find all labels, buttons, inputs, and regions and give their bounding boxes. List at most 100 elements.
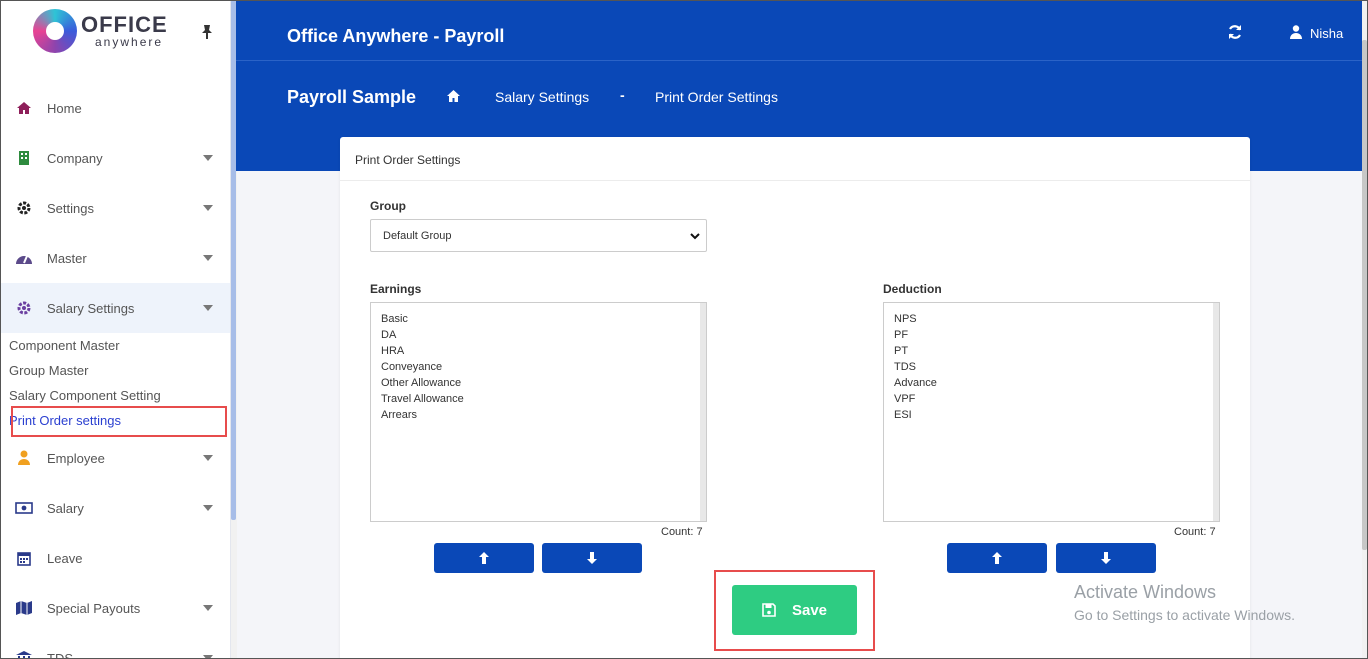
logo-text-sub: anywhere [95, 35, 164, 49]
card-title: Print Order Settings [355, 153, 461, 167]
sidebar-item-master[interactable]: Master [0, 233, 230, 283]
pin-icon[interactable] [200, 24, 214, 40]
gear-icon [15, 199, 33, 217]
bank-icon [15, 649, 33, 659]
home-icon[interactable] [446, 89, 461, 103]
page-scrollbar[interactable] [1362, 0, 1368, 659]
deduction-move-up-button[interactable] [947, 543, 1047, 573]
logo-text-main: OFFICE [81, 12, 168, 37]
earnings-move-down-button[interactable] [542, 543, 642, 573]
earnings-label: Earnings [370, 282, 422, 296]
logo: OFFICE anywhere [33, 9, 168, 53]
listbox-scrollbar[interactable] [1213, 303, 1219, 521]
group-select[interactable]: Default Group [370, 219, 707, 252]
list-item[interactable]: ESI [894, 407, 1209, 423]
chevron-down-icon [203, 605, 213, 611]
listbox-scrollbar[interactable] [700, 303, 706, 521]
sidebar-item-settings[interactable]: Settings [0, 183, 230, 233]
earnings-move-up-button[interactable] [434, 543, 534, 573]
list-item[interactable]: Travel Allowance [381, 391, 696, 407]
chevron-down-icon [203, 505, 213, 511]
arrow-up-icon [479, 552, 489, 564]
chevron-down-icon [203, 455, 213, 461]
sidebar-item-tds[interactable]: TDS [0, 633, 230, 659]
breadcrumb-separator: - [620, 87, 625, 103]
chevron-down-icon [203, 255, 213, 261]
deduction-listbox[interactable]: NPS PF PT TDS Advance VPF ESI [883, 302, 1220, 522]
list-item[interactable]: HRA [381, 343, 696, 359]
home-icon [15, 99, 33, 117]
sidebar-subitem-component-master[interactable]: Component Master [9, 338, 120, 353]
building-icon [15, 149, 33, 167]
sidebar-item-label: Home [47, 100, 82, 116]
earnings-listbox[interactable]: Basic DA HRA Conveyance Other Allowance … [370, 302, 707, 522]
user-name[interactable]: Nisha [1310, 26, 1343, 41]
sidebar-subitem-group-master[interactable]: Group Master [9, 363, 88, 378]
sidebar-item-label: TDS [47, 650, 73, 659]
sidebar-item-leave[interactable]: Leave [0, 533, 230, 583]
list-item[interactable]: VPF [894, 391, 1209, 407]
arrow-down-icon [587, 552, 597, 564]
list-item[interactable]: PT [894, 343, 1209, 359]
sidebar: OFFICE anywhere Home Company Settings Ma… [0, 0, 231, 659]
header-divider [236, 60, 1362, 61]
list-item[interactable]: Basic [381, 311, 696, 327]
sidebar-item-label: Salary [47, 500, 84, 516]
refresh-icon[interactable] [1227, 24, 1243, 40]
sidebar-item-label: Salary Settings [47, 300, 135, 316]
cog-icon [15, 299, 33, 317]
calendar-icon [15, 549, 33, 567]
group-label: Group [370, 199, 406, 213]
group-select-value: Default Group [383, 229, 452, 242]
list-item[interactable]: Other Allowance [381, 375, 696, 391]
sidebar-item-label: Company [47, 150, 103, 166]
deduction-count: Count: 7 [1174, 526, 1216, 538]
list-item[interactable]: NPS [894, 311, 1209, 327]
app-title: Office Anywhere - Payroll [287, 26, 505, 46]
sidebar-subitem-salary-component-setting[interactable]: Salary Component Setting [9, 388, 161, 403]
logo-mark-icon [33, 9, 77, 53]
sidebar-item-home[interactable]: Home [0, 83, 230, 133]
activation-watermark-subtitle: Go to Settings to activate Windows. [1074, 607, 1295, 623]
breadcrumb-print-order-settings: Print Order Settings [655, 89, 778, 105]
breadcrumb-salary-settings[interactable]: Salary Settings [495, 89, 589, 105]
sidebar-item-employee[interactable]: Employee [0, 433, 230, 483]
save-button-label: Save [791, 601, 828, 619]
list-item[interactable]: Conveyance [381, 359, 696, 375]
map-icon [15, 599, 33, 617]
sidebar-item-label: Master [47, 250, 87, 266]
chevron-down-icon [203, 305, 213, 311]
sidebar-item-company[interactable]: Company [0, 133, 230, 183]
earnings-count: Count: 7 [661, 526, 703, 538]
sidebar-subitem-print-order-settings[interactable]: Print Order settings [9, 413, 121, 428]
deduction-label: Deduction [883, 282, 942, 296]
floppy-disk-icon [762, 603, 776, 617]
sidebar-item-label: Settings [47, 200, 94, 216]
chevron-down-icon [203, 205, 213, 211]
arrow-down-icon [1101, 552, 1111, 564]
chevron-down-icon [690, 233, 700, 240]
list-item[interactable]: TDS [894, 359, 1209, 375]
list-item[interactable]: Advance [894, 375, 1209, 391]
sidebar-item-label: Employee [47, 450, 105, 466]
dashboard-icon [15, 249, 33, 267]
user-icon[interactable] [1290, 25, 1302, 39]
user-icon [15, 449, 33, 467]
sidebar-item-salary-settings[interactable]: Salary Settings [0, 283, 230, 333]
page-title: Payroll Sample [287, 87, 417, 107]
deduction-move-down-button[interactable] [1056, 543, 1156, 573]
list-item[interactable]: PF [894, 327, 1209, 343]
page-scrollbar-thumb[interactable] [1362, 40, 1367, 550]
list-item[interactable]: Arrears [381, 407, 696, 423]
activation-watermark-title: Activate Windows [1074, 582, 1217, 602]
money-icon [15, 499, 33, 517]
sidebar-item-salary[interactable]: Salary [0, 483, 230, 533]
sidebar-item-label: Leave [47, 550, 83, 566]
sidebar-item-special-payouts[interactable]: Special Payouts [0, 583, 230, 633]
save-button[interactable]: Save [732, 585, 857, 635]
chevron-down-icon [203, 155, 213, 161]
sidebar-item-label: Special Payouts [47, 600, 141, 616]
card-header: Print Order Settings [340, 137, 1250, 181]
arrow-up-icon [992, 552, 1002, 564]
list-item[interactable]: DA [381, 327, 696, 343]
